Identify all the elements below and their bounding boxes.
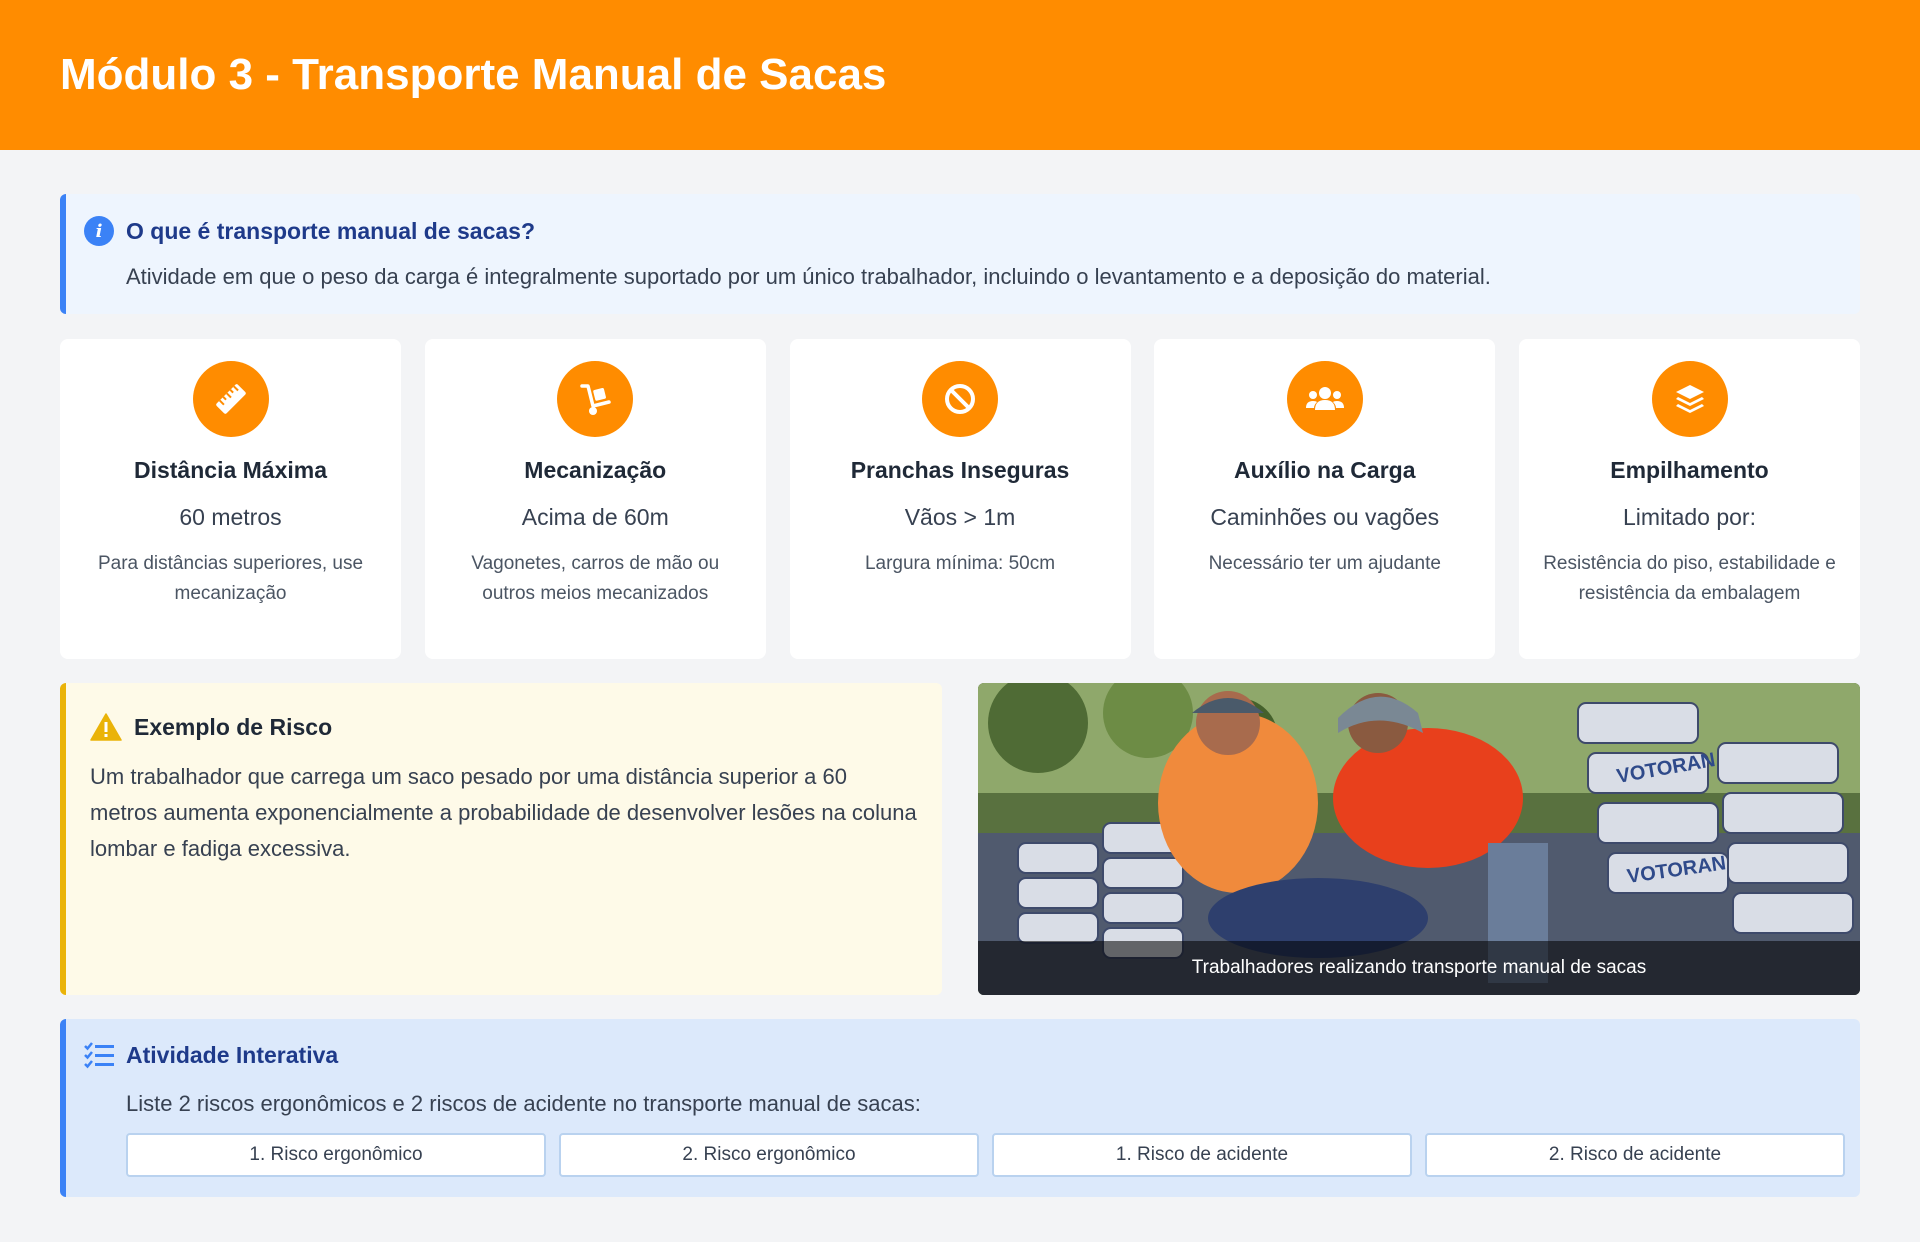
card-description: Resistência do piso, estabilidade e resi… — [1543, 553, 1836, 604]
info-cards: Distância Máxima 60 metros Para distânci… — [60, 339, 1860, 659]
card-description: Para distâncias superiores, use mecaniza… — [97, 553, 364, 604]
card-mecanizacao: Mecanização Acima de 60m Vagonetes, carr… — [424, 339, 766, 659]
accident-risk-2-input[interactable] — [1425, 1133, 1845, 1177]
accident-risk-1-input[interactable] — [992, 1133, 1412, 1177]
card-value: 60 metros — [179, 504, 282, 530]
card-title: Auxílio na Carga — [1234, 457, 1416, 483]
info-box: i O que é transporte manual de sacas? At… — [60, 194, 1860, 314]
card-empilhamento: Empilhamento Limitado por: Resistência d… — [1519, 339, 1860, 659]
users-icon — [1286, 361, 1363, 437]
card-description: Vagonetes, carros de mão ou outros meios… — [471, 553, 720, 604]
info-text: Atividade em que o peso da carga é integ… — [126, 264, 1491, 289]
risk-text: Um trabalhador que carrega um saco pesad… — [90, 764, 917, 861]
ergonomic-risk-2-input[interactable] — [559, 1133, 979, 1177]
ruler-icon — [192, 361, 269, 437]
card-title: Mecanização — [524, 457, 667, 483]
page-header: Módulo 3 - Transporte Manual de Sacas — [0, 0, 1920, 150]
risk-title: Exemplo de Risco — [134, 713, 333, 740]
ban-icon — [922, 361, 998, 437]
card-title: Pranchas Inseguras — [850, 457, 1070, 483]
hand-truck-icon — [557, 361, 634, 437]
photo-caption: Trabalhadores realizando transporte manu… — [978, 941, 1860, 995]
card-value: Vãos > 1m — [904, 504, 1016, 530]
info-title: O que é transporte manual de sacas? — [126, 217, 536, 244]
card-value: Limitado por: — [1623, 504, 1756, 530]
task-list-icon — [84, 1042, 114, 1069]
card-value: Acima de 60m — [521, 504, 669, 530]
card-pranchas: Pranchas Inseguras Vãos > 1m Largura mín… — [789, 339, 1131, 659]
warning-icon — [90, 713, 122, 741]
workers-photo: VOTORAN VOTORAN Trabalhadores realizando… — [978, 683, 1860, 995]
card-description: Largura mínima: 50cm — [864, 553, 1056, 574]
activity-inputs — [126, 1133, 1845, 1177]
card-description: Necessário ter um ajudante — [1208, 553, 1441, 574]
ergonomic-risk-1-input[interactable] — [126, 1133, 546, 1177]
card-title: Distância Máxima — [133, 457, 328, 483]
risk-example-box: Exemplo de Risco Um trabalhador que carr… — [60, 683, 942, 995]
activity-title: Atividade Interativa — [126, 1041, 339, 1068]
card-distancia: Distância Máxima 60 metros Para distânci… — [60, 339, 401, 659]
layers-icon — [1651, 361, 1728, 437]
page-title: Módulo 3 - Transporte Manual de Sacas — [60, 50, 887, 99]
card-value: Caminhões ou vagões — [1210, 504, 1440, 530]
info-icon: i — [84, 216, 114, 246]
activity-instructions: Liste 2 riscos ergonômicos e 2 riscos de… — [126, 1091, 921, 1116]
interactive-activity: Atividade Interativa Liste 2 riscos ergo… — [60, 1019, 1860, 1197]
card-title: Empilhamento — [1610, 457, 1769, 483]
card-auxilio: Auxílio na Carga Caminhões ou vagões Nec… — [1154, 339, 1496, 659]
